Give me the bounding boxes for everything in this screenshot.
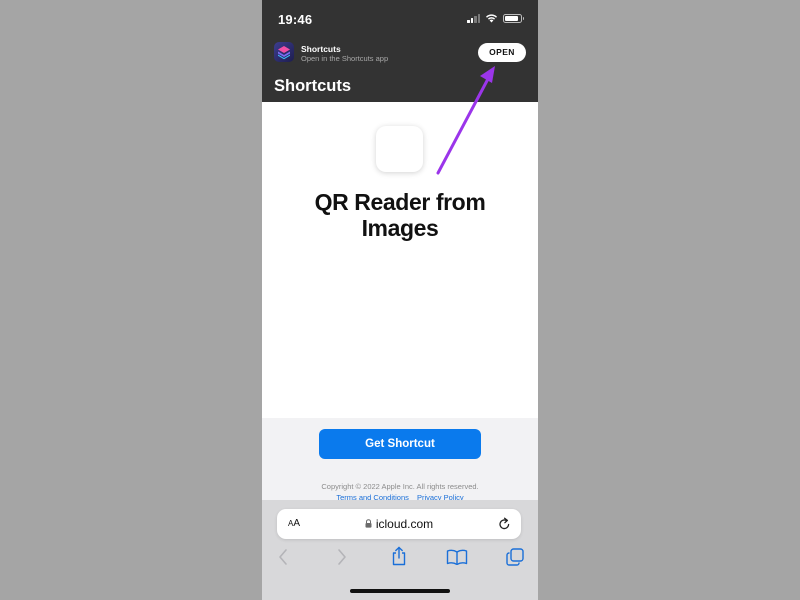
share-icon[interactable]	[391, 546, 407, 566]
tabs-icon[interactable]	[506, 548, 524, 566]
status-time: 19:46	[278, 12, 313, 27]
safari-toolbar-area: AA icloud.com	[262, 500, 538, 600]
banner-app-name: Shortcuts	[301, 44, 341, 54]
page-title: Shortcuts	[274, 77, 352, 95]
forward-icon[interactable]	[337, 548, 347, 566]
url-text: icloud.com	[375, 517, 434, 531]
status-icons	[467, 13, 524, 23]
top-dark-region: 19:46 Shortcuts Open in the Shortcuts ap…	[262, 0, 538, 102]
safari-bottom-toolbar	[262, 545, 538, 571]
shortcut-page-content: QR Reader from Images Get Shortcut Copyr…	[262, 102, 538, 502]
url-display: icloud.com	[277, 509, 521, 539]
shortcut-icon-tile	[376, 126, 423, 172]
smart-app-banner: Shortcuts Open in the Shortcuts app OPEN	[262, 36, 538, 70]
lock-icon	[365, 519, 372, 528]
shortcut-title-line-2: Images	[361, 215, 439, 241]
banner-subtitle: Open in the Shortcuts app	[301, 54, 389, 63]
copyright-text: Copyright © 2022 Apple Inc. All rights r…	[321, 482, 479, 491]
screenshot-stage: 19:46 Shortcuts Open in the Shortcuts ap…	[0, 0, 800, 600]
status-bar: 19:46	[262, 0, 538, 36]
back-icon[interactable]	[278, 548, 288, 566]
address-bar[interactable]: AA icloud.com	[277, 509, 521, 539]
get-shortcut-button[interactable]: Get Shortcut	[319, 429, 481, 459]
shortcut-title: QR Reader from Images	[262, 189, 538, 241]
wifi-icon	[486, 14, 497, 23]
cellular-signal-icon	[467, 13, 480, 23]
shortcuts-app-icon	[274, 42, 294, 62]
reload-icon[interactable]	[498, 517, 511, 531]
home-indicator	[350, 589, 450, 593]
battery-icon	[503, 13, 524, 23]
bookmarks-icon[interactable]	[446, 549, 468, 565]
shortcut-title-line-1: QR Reader from	[314, 189, 486, 215]
phone-screen: 19:46 Shortcuts Open in the Shortcuts ap…	[262, 0, 538, 600]
open-app-button[interactable]: OPEN	[478, 43, 526, 62]
